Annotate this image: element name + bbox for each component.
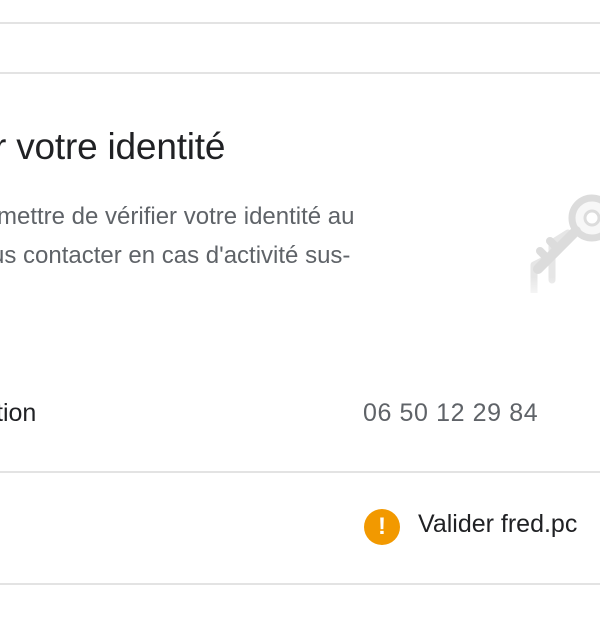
phone-number-value[interactable]: 06 50 12 29 84 (363, 399, 538, 428)
key-icon (512, 194, 600, 305)
warning-icon: ! (364, 509, 400, 545)
phone-row-label: tion (0, 399, 37, 427)
row-divider-1 (0, 471, 600, 473)
section-description: rmettre de vérifier votre identité au us… (0, 197, 470, 275)
description-line-2: us contacter en cas d'activité sus- (0, 242, 351, 269)
top-divider (0, 22, 600, 24)
validate-email-link[interactable]: Valider fred.pc (418, 510, 577, 539)
row-divider-2 (0, 583, 600, 585)
section-title: r votre identité (0, 126, 226, 167)
identity-card: r votre identité rmettre de vérifier vot… (0, 0, 600, 628)
header-divider (0, 72, 600, 74)
description-line-1: rmettre de vérifier votre identité au (0, 203, 355, 230)
